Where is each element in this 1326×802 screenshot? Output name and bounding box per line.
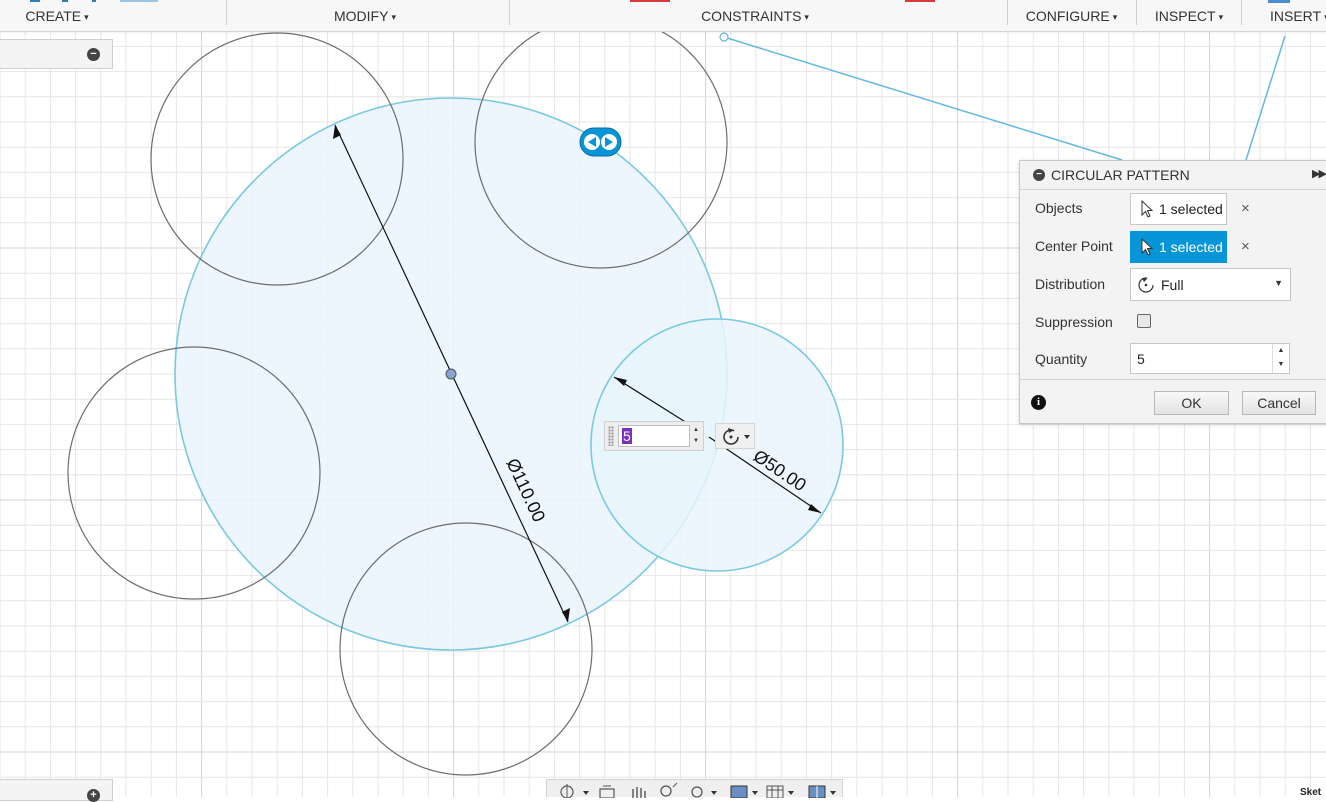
objects-value: 1 selected <box>1159 201 1223 217</box>
menu-insert[interactable]: INSERT▾ <box>1262 0 1326 31</box>
menu-constraints[interactable]: CONSTRAINTS ▾ <box>690 0 820 31</box>
navigation-bar <box>546 779 843 798</box>
menu-modify[interactable]: MODIFY ▾ <box>300 0 430 31</box>
leader-line-2 <box>1245 35 1286 161</box>
distribution-dropdown[interactable]: Full ▼ <box>1130 268 1291 301</box>
quantity-input[interactable]: 5 ▲ ▼ <box>1130 343 1290 374</box>
clear-objects-button[interactable]: × <box>1241 200 1250 217</box>
display-settings-icon[interactable] <box>730 785 758 798</box>
circular-arrow-icon <box>723 428 750 445</box>
select-cursor-icon <box>1141 238 1154 256</box>
pan-icon[interactable] <box>632 787 646 798</box>
quantity-label: Quantity <box>1035 351 1088 367</box>
objects-selection[interactable]: 1 selected <box>1130 193 1227 225</box>
clear-center-point-button[interactable]: × <box>1241 238 1250 255</box>
objects-row: Objects 1 selected × <box>1020 192 1326 226</box>
spin-up-icon[interactable]: ▲ <box>690 425 702 436</box>
expand-arrows-icon[interactable]: ▶▶ <box>1312 167 1326 180</box>
menu-configure[interactable]: CONFIGURE ▾ <box>1008 0 1135 31</box>
look-at-icon[interactable] <box>599 785 615 798</box>
select-cursor-icon <box>1141 200 1154 218</box>
spin-down-icon[interactable]: ▼ <box>1273 358 1289 372</box>
pattern-handle-icon[interactable] <box>579 127 622 157</box>
dialog-footer: i OK Cancel <box>1020 379 1326 426</box>
cancel-button[interactable]: Cancel <box>1242 391 1316 415</box>
suppression-checkbox[interactable] <box>1137 314 1151 328</box>
orbit-icon[interactable] <box>560 784 589 798</box>
drag-grip-icon[interactable] <box>608 426 614 446</box>
spin-down-icon[interactable]: ▼ <box>690 436 702 447</box>
dialog-title: CIRCULAR PATTERN <box>1051 167 1190 183</box>
center-point[interactable] <box>445 368 457 380</box>
quantity-row: Quantity 5 ▲ ▼ <box>1020 343 1326 377</box>
center-point-value: 1 selected <box>1159 239 1223 255</box>
distribution-value: Full <box>1161 276 1184 293</box>
objects-label: Objects <box>1035 200 1083 216</box>
sketch-palette-label: Sket <box>1300 787 1322 798</box>
inline-quantity-stepper[interactable]: ▲ ▼ <box>690 425 702 447</box>
leader-anchor <box>719 32 729 42</box>
distribution-label: Distribution <box>1035 276 1106 292</box>
browser-panel-collapsed[interactable]: − <box>0 39 113 69</box>
collapse-icon[interactable]: − <box>87 48 100 61</box>
suppression-label: Suppression <box>1035 314 1113 330</box>
full-circle-icon <box>1138 276 1154 293</box>
fit-icon[interactable] <box>691 786 717 798</box>
circular-pattern-dialog: − CIRCULAR PATTERN ▶▶ Objects 1 selected… <box>1019 160 1326 424</box>
grid-settings-icon[interactable] <box>766 785 794 798</box>
collapse-icon[interactable]: − <box>1033 169 1045 181</box>
toolbar-divider <box>509 0 510 25</box>
spin-up-icon[interactable]: ▲ <box>1273 344 1289 358</box>
expand-icon[interactable]: + <box>87 789 100 802</box>
suppression-row: Suppression <box>1020 306 1326 340</box>
distribution-row: Distribution Full ▼ <box>1020 268 1326 302</box>
leader-line-1 <box>723 36 1123 161</box>
inline-quantity-input[interactable]: 5 ▲ ▼ <box>604 421 704 451</box>
comments-panel-collapsed[interactable]: + <box>0 779 113 802</box>
toolbar-divider <box>1241 0 1242 25</box>
toolbar-divider <box>1136 0 1137 25</box>
quantity-value: 5 <box>1137 351 1145 367</box>
center-point-row: Center Point 1 selected × <box>1020 230 1326 264</box>
center-point-label: Center Point <box>1035 238 1113 254</box>
inline-quantity-field[interactable]: 5 <box>618 425 690 447</box>
chevron-down-icon: ▼ <box>1274 278 1283 288</box>
viewports-icon[interactable] <box>808 785 836 798</box>
zoom-icon[interactable] <box>660 782 678 797</box>
navigation-icons <box>560 782 836 798</box>
quantity-stepper[interactable]: ▲ ▼ <box>1272 344 1289 373</box>
menu-inspect[interactable]: INSPECT ▾ <box>1140 0 1238 31</box>
center-point-selection[interactable]: 1 selected <box>1130 231 1227 263</box>
dialog-header[interactable]: − CIRCULAR PATTERN ▶▶ <box>1020 161 1326 190</box>
toolbar: CREATE ▾ MODIFY ▾ CONSTRAINTS ▾ CONFIGURE ▾ … <box>0 0 1326 32</box>
inline-distribution-dropdown[interactable] <box>715 423 755 449</box>
menu-create[interactable]: CREATE ▾ <box>0 0 114 31</box>
ok-button[interactable]: OK <box>1154 391 1229 415</box>
toolbar-divider <box>226 0 227 25</box>
info-icon[interactable]: i <box>1031 395 1046 410</box>
